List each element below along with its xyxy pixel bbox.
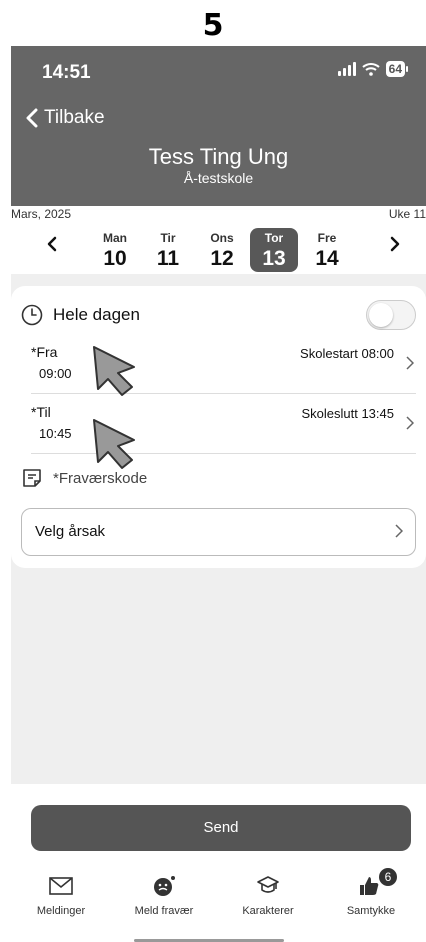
- status-time: 14:51: [42, 62, 91, 83]
- week-calendar: Mars, 2025 Uke 11 Man 10 Tir 11 Ons 12 T…: [11, 206, 426, 274]
- page-title: Tess Ting Ung: [148, 144, 289, 169]
- envelope-icon: [49, 877, 73, 895]
- page-subtitle: Å-testskole: [183, 170, 254, 186]
- report-absence-icon: [154, 876, 175, 896]
- day-date: 10: [103, 247, 127, 270]
- clock-icon: [21, 304, 43, 326]
- absence-code-row: *Fraværskode: [21, 461, 416, 495]
- absence-code-label: *Fraværskode: [53, 469, 148, 487]
- graduation-cap-icon: [257, 876, 279, 893]
- day-tue[interactable]: Tir 11: [144, 228, 192, 272]
- from-time-row[interactable]: *Fra 09:00 Skolestart 08:00: [31, 344, 416, 394]
- day-mon[interactable]: Man 10: [91, 228, 139, 272]
- to-label: *Til: [31, 404, 51, 420]
- pointer-arrow-icon: [93, 346, 135, 396]
- tab-label: Meldinger: [36, 905, 86, 917]
- month-label: Mars, 2025: [11, 207, 72, 221]
- document-icon: [23, 469, 41, 487]
- chevron-right-icon: [406, 356, 414, 370]
- day-name: Ons: [210, 231, 234, 245]
- chevron-right-icon: [406, 416, 414, 430]
- all-day-row: Hele dagen: [21, 300, 416, 330]
- school-end-info: Skoleslutt 13:45: [301, 406, 394, 421]
- tab-messages[interactable]: Meldinger: [11, 870, 111, 917]
- day-date: 13: [262, 247, 286, 270]
- chevron-right-icon: [395, 524, 403, 538]
- day-date: 14: [315, 247, 339, 270]
- content-area: Hele dagen *Fra 09:00 Skolestart 08:00 *…: [11, 274, 426, 784]
- day-name: Man: [103, 231, 127, 245]
- day-thu-selected[interactable]: Tor 13: [250, 228, 298, 272]
- school-start-info: Skolestart 08:00: [300, 346, 394, 361]
- app-header: 14:51 64 Tilbake Tess Ting Ung Å-testsko…: [11, 46, 426, 206]
- battery-level: 64: [385, 61, 405, 77]
- tab-label: Meld fravær: [134, 905, 194, 917]
- day-date: 11: [156, 247, 180, 270]
- week-label: Uke 11: [388, 207, 426, 221]
- chevron-left-icon: [26, 108, 38, 128]
- consent-badge: 6: [379, 868, 397, 886]
- back-button[interactable]: Tilbake: [26, 107, 105, 129]
- signal-icon: [337, 62, 356, 76]
- tab-bar: Meldinger Meld fravær Karakterer 6 Samty…: [11, 860, 426, 942]
- battery-icon: 64: [385, 61, 408, 77]
- chevron-right-icon: [390, 236, 400, 252]
- reason-select[interactable]: Velg årsak: [21, 508, 416, 556]
- prev-week-button[interactable]: [47, 236, 57, 257]
- back-label: Tilbake: [44, 107, 105, 128]
- all-day-label: Hele dagen: [53, 305, 140, 324]
- tab-consent[interactable]: 6 Samtykke: [321, 868, 421, 917]
- day-name: Tir: [160, 231, 176, 245]
- to-value: 10:45: [39, 426, 72, 441]
- day-date: 12: [210, 247, 234, 270]
- pointer-arrow-icon: [93, 419, 135, 469]
- send-button[interactable]: Send: [31, 805, 411, 851]
- tab-label: Samtykke: [346, 905, 396, 917]
- to-time-row[interactable]: *Til 10:45 Skoleslutt 13:45: [31, 404, 416, 454]
- send-area: Send: [11, 784, 426, 860]
- from-value: 09:00: [39, 366, 72, 381]
- from-label: *Fra: [31, 344, 58, 360]
- tab-report-absence[interactable]: Meld fravær: [114, 870, 214, 917]
- absence-form-card: Hele dagen *Fra 09:00 Skolestart 08:00 *…: [11, 286, 426, 568]
- day-wed[interactable]: Ons 12: [198, 228, 246, 272]
- status-icons: 64: [337, 61, 408, 77]
- chevron-left-icon: [47, 236, 57, 252]
- tab-label: Karakterer: [242, 905, 294, 917]
- tab-grades[interactable]: Karakterer: [218, 870, 318, 917]
- reason-select-value: Velg årsak: [35, 523, 106, 540]
- next-week-button[interactable]: [390, 236, 400, 257]
- day-fri[interactable]: Fre 14: [303, 228, 351, 272]
- day-name: Tor: [264, 231, 284, 245]
- step-number: 5: [202, 8, 224, 43]
- wifi-icon: [361, 62, 380, 76]
- day-name: Fre: [317, 231, 337, 245]
- all-day-toggle[interactable]: [366, 300, 416, 330]
